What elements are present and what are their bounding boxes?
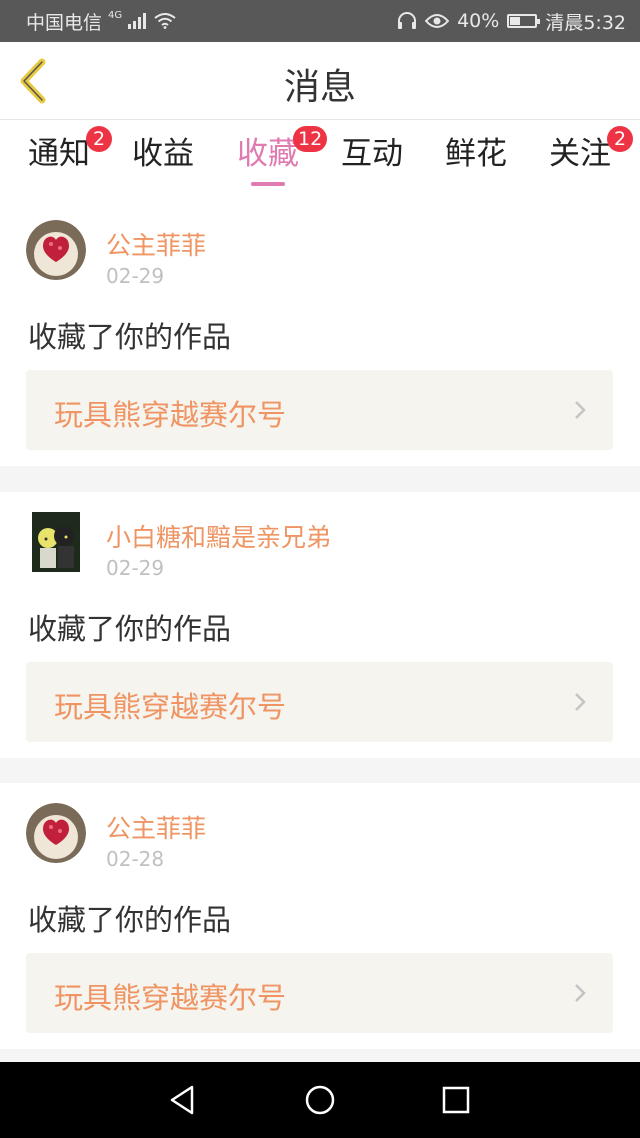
tab-label: 关注 <box>549 136 611 172</box>
action-text: 收藏了你的作品 <box>28 612 232 646</box>
recents-square-icon[interactable] <box>438 1082 474 1118</box>
username[interactable]: 小白糖和黯是亲兄弟 <box>106 518 331 554</box>
cupcake-avatar[interactable] <box>26 803 86 863</box>
list-item: 公主菲菲 02-28 收藏了你的作品 玩具熊穿越赛尔号 <box>0 783 640 1049</box>
timestamp: 02-29 <box>106 264 165 288</box>
status-bar: 中国电信 4G 40% 清晨5:32 <box>0 0 640 42</box>
tab-label: 通知 <box>28 136 90 172</box>
tab-label: 收藏 <box>237 136 299 172</box>
timestamp: 02-29 <box>106 556 165 580</box>
cupcake-avatar[interactable] <box>26 220 86 280</box>
chevron-right-icon <box>575 693 586 711</box>
work-title: 玩具熊穿越赛尔号 <box>54 981 287 1015</box>
tab-flowers[interactable]: 鲜花 <box>421 134 531 194</box>
tab-follow[interactable]: 关注 2 <box>525 126 635 194</box>
work-link[interactable]: 玩具熊穿越赛尔号 <box>26 953 613 1033</box>
navigation-bar <box>0 1062 640 1138</box>
tab-bar: 通知 2 收益 收藏 12 互动 鲜花 关注 2 <box>0 120 640 200</box>
tab-label: 鲜花 <box>445 136 507 172</box>
work-title: 玩具熊穿越赛尔号 <box>54 398 287 432</box>
battery-icon <box>507 14 541 28</box>
tab-interaction[interactable]: 互动 <box>317 134 427 194</box>
headphones-icon <box>398 12 417 29</box>
carrier-label: 中国电信 <box>26 11 103 34</box>
work-link[interactable]: 玩具熊穿越赛尔号 <box>26 370 613 450</box>
tab-favorites[interactable]: 收藏 12 <box>213 126 328 194</box>
header: 消息 <box>0 42 640 120</box>
timestamp: 02-28 <box>106 847 165 871</box>
home-circle-icon[interactable] <box>302 1082 338 1118</box>
tab-notice[interactable]: 通知 2 <box>4 126 114 194</box>
username[interactable]: 公主菲菲 <box>106 809 206 845</box>
work-link[interactable]: 玩具熊穿越赛尔号 <box>26 662 613 742</box>
tab-label: 收益 <box>132 136 194 172</box>
tab-income[interactable]: 收益 <box>108 134 218 194</box>
list-item: 小白糖和黯是亲兄弟 02-29 收藏了你的作品 玩具熊穿越赛尔号 <box>0 492 640 758</box>
wifi-icon <box>154 13 176 29</box>
chevron-right-icon <box>575 401 586 419</box>
action-text: 收藏了你的作品 <box>28 903 232 937</box>
battery-percent: 40% <box>457 10 500 32</box>
list-item: 公主菲菲 02-29 收藏了你的作品 玩具熊穿越赛尔号 <box>0 200 640 466</box>
tab-badge: 2 <box>607 126 633 152</box>
signal-icon <box>128 13 147 29</box>
work-title: 玩具熊穿越赛尔号 <box>54 690 287 724</box>
action-text: 收藏了你的作品 <box>28 320 232 354</box>
page-title: 消息 <box>283 67 356 108</box>
back-triangle-icon[interactable] <box>164 1082 200 1118</box>
chevron-right-icon <box>575 984 586 1002</box>
anime-avatar[interactable] <box>26 512 86 572</box>
tab-label: 互动 <box>341 136 403 172</box>
active-tab-indicator <box>251 182 285 186</box>
clock: 清晨5:32 <box>545 11 626 34</box>
eye-icon <box>425 14 450 28</box>
username[interactable]: 公主菲菲 <box>106 226 206 262</box>
network-type: 4G <box>108 9 123 21</box>
